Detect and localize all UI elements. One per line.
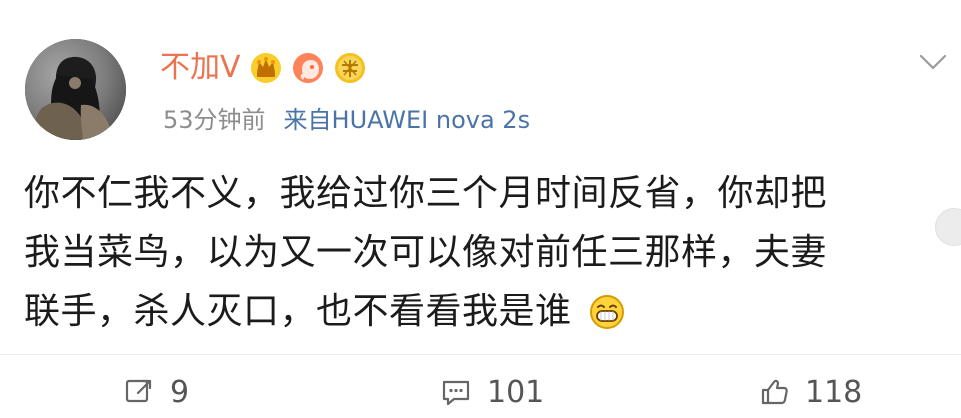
repost-icon	[125, 379, 152, 403]
comment-count: 101	[487, 374, 545, 410]
repost-button[interactable]: 9	[122, 374, 189, 410]
avatar[interactable]	[25, 39, 126, 140]
like-button[interactable]: 118	[757, 374, 862, 410]
post-content-line: 你不仁我不义，我给过你三个月时间反省，你却把	[24, 173, 828, 214]
post-content-line: 我当菜鸟，以为又一次可以像对前任三那样，夫妻	[24, 232, 828, 273]
avatar-photo	[25, 39, 126, 140]
username[interactable]: 不加V	[160, 53, 241, 83]
post-content-text: 联手，杀人灭口，也不看看我是谁	[24, 291, 572, 332]
post-content-line: 联手，杀人灭口，也不看看我是谁	[24, 282, 924, 341]
grin-emoji	[589, 289, 625, 329]
post-source[interactable]: 来自HUAWEI nova 2s	[284, 100, 531, 135]
chevron-down-icon[interactable]	[917, 50, 949, 74]
post-actions: 9 101 118	[0, 360, 961, 418]
like-count: 118	[805, 374, 863, 410]
repost-count: 9	[170, 374, 190, 410]
comment-icon	[442, 380, 470, 406]
thumbs-up-icon	[761, 379, 788, 405]
actions-divider	[0, 354, 961, 355]
crown-icon	[249, 51, 283, 85]
post-time: 53分钟前	[163, 106, 266, 134]
member-icon	[291, 51, 325, 85]
scroll-indicator[interactable]	[935, 208, 961, 246]
veteran-badge	[333, 51, 367, 85]
comment-button[interactable]: 101	[439, 374, 544, 410]
post-content: 你不仁我不义，我给过你三个月时间反省，你却把 我当菜鸟，以为又一次可以像对前任三…	[24, 164, 924, 341]
